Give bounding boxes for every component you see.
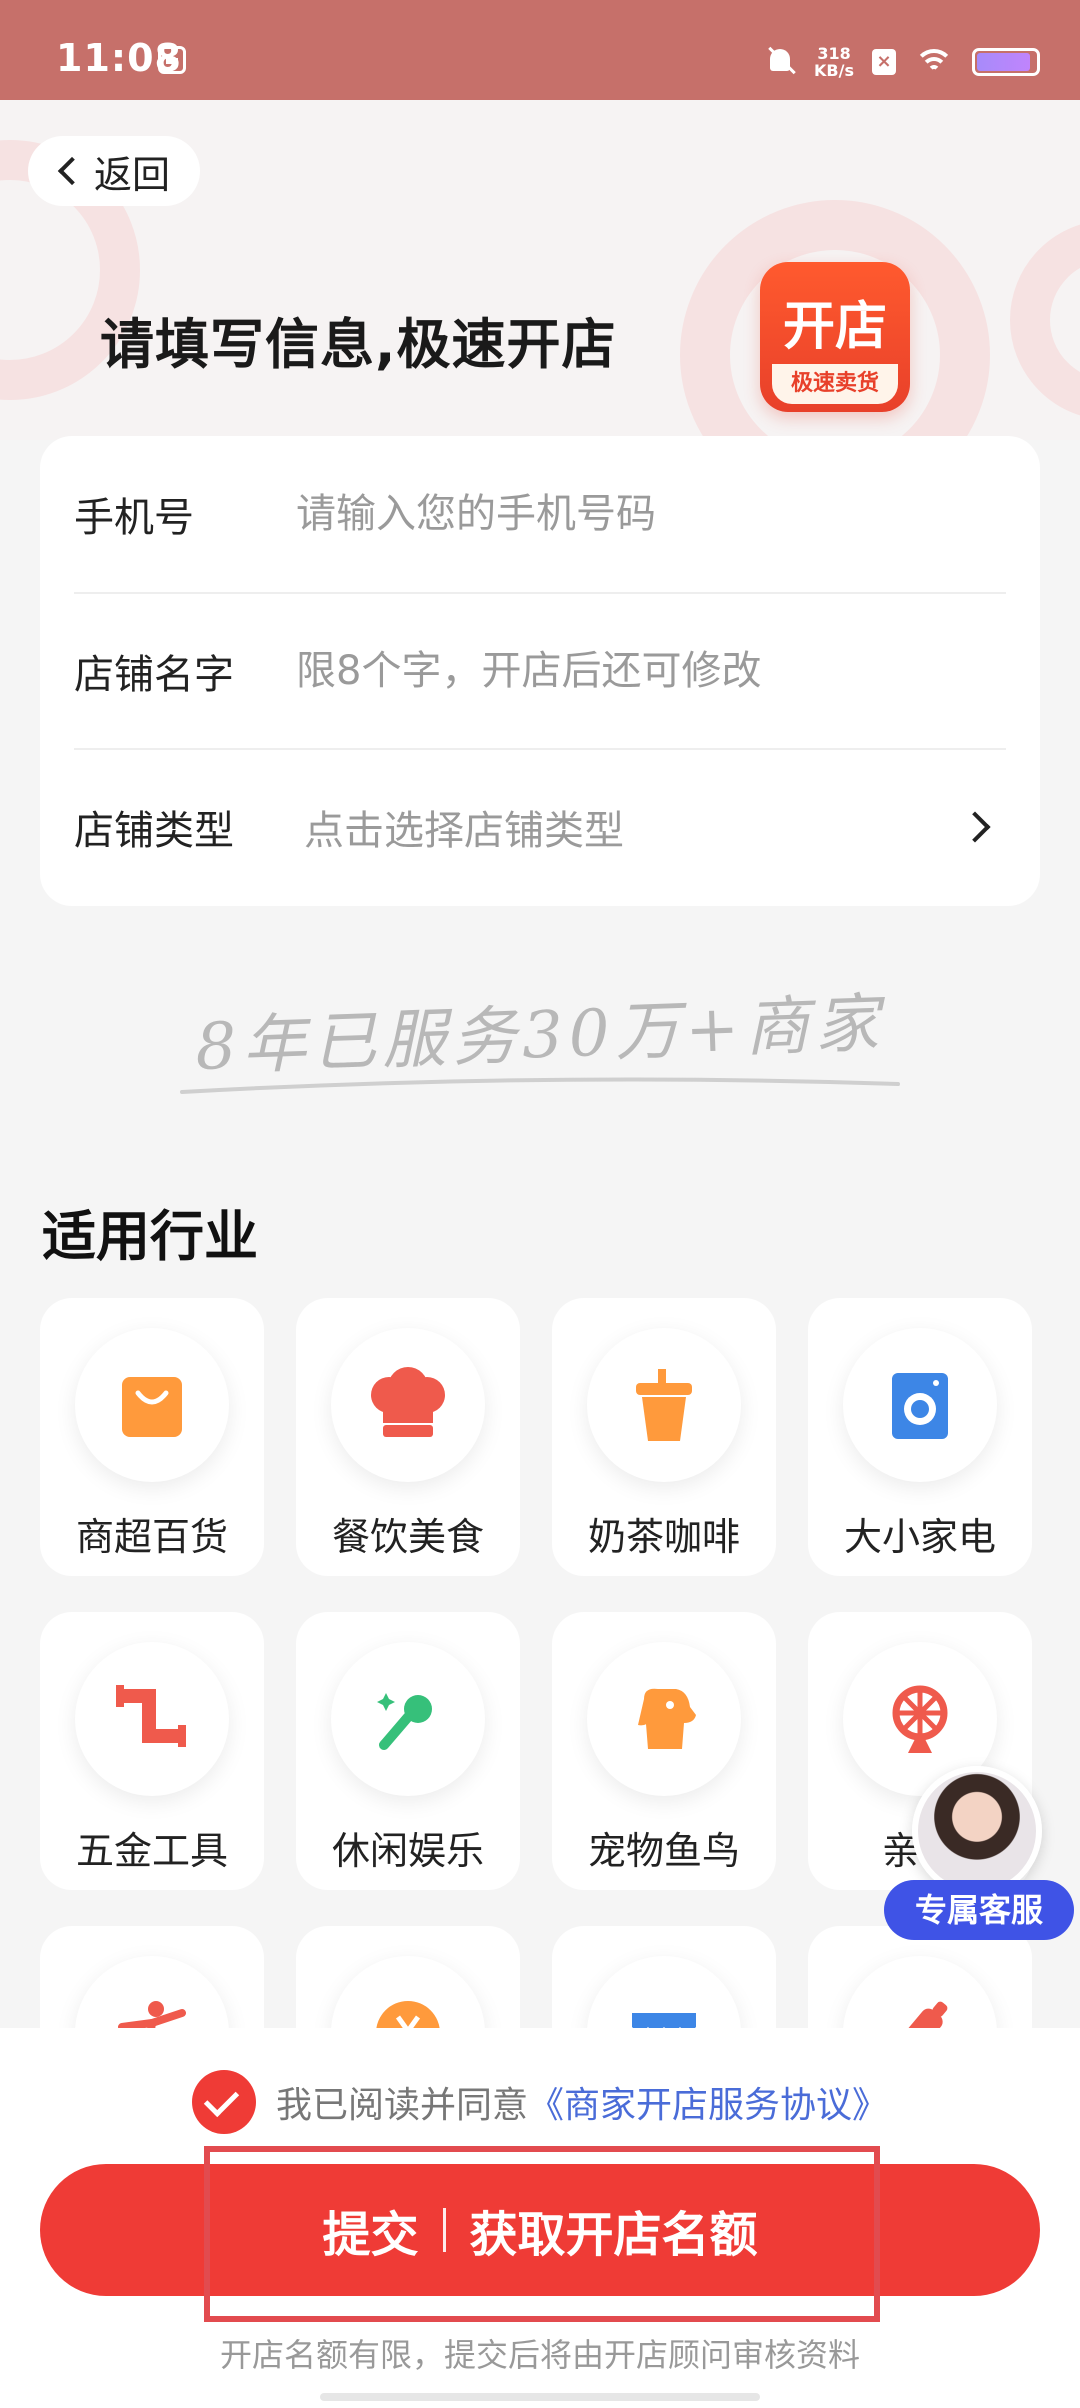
- ferris-wheel-icon: [892, 1685, 948, 1753]
- phone-input[interactable]: [296, 491, 1006, 537]
- industry-label: 商超百货: [75, 1515, 228, 1559]
- network-speed: 318 KB/s: [814, 44, 854, 80]
- industry-label: 休闲娱乐: [331, 1829, 484, 1873]
- back-label: 返回: [94, 152, 171, 197]
- bottle-icon: [894, 2001, 948, 2028]
- industry-label: 五金工具: [75, 1829, 228, 1873]
- industry-item-appliances[interactable]: 大小家电: [808, 1298, 1032, 1576]
- agreement-row: 我已阅读并同意 《商家开店服务协议》: [0, 2070, 1080, 2134]
- industry-item-tea-coffee[interactable]: 奶茶咖啡: [552, 1298, 776, 1576]
- logo-sub-text: 极速卖货: [772, 364, 898, 404]
- awning-icon: [632, 2013, 696, 2028]
- industry-label: 奶茶咖啡: [587, 1515, 740, 1559]
- shop-type-label: 店铺类型: [74, 808, 234, 854]
- highlight-box: [204, 2146, 880, 2322]
- back-button[interactable]: 返回: [28, 136, 200, 206]
- industries-title: 适用行业: [42, 1205, 258, 1268]
- coin-icon: [376, 2001, 440, 2028]
- industry-label: 宠物鱼鸟: [587, 1829, 740, 1873]
- customer-service-avatar[interactable]: [912, 1766, 1042, 1896]
- signup-form: 手机号 店铺名字 店铺类型 点击选择店铺类型: [40, 436, 1040, 906]
- shop-name-input[interactable]: [296, 648, 1006, 694]
- industry-item-entertainment[interactable]: 休闲娱乐: [296, 1612, 520, 1890]
- agreement-link[interactable]: 《商家开店服务协议》: [528, 2076, 888, 2128]
- logo-main-text: 开店: [782, 297, 887, 357]
- industry-item-store[interactable]: [552, 1926, 776, 2028]
- shop-name-row: 店铺名字: [74, 592, 1006, 748]
- washing-machine-icon: [892, 1373, 948, 1439]
- industry-item-finance[interactable]: [296, 1926, 520, 2028]
- app-logo: 开店 极速卖货: [760, 262, 910, 412]
- sim-card-icon: [158, 46, 186, 74]
- page-title: 请填写信息,极速开店: [100, 313, 617, 376]
- chef-hat-icon: [371, 1367, 445, 1437]
- industry-item-baby[interactable]: [808, 1926, 1032, 2028]
- agreement-checkbox[interactable]: [191, 2070, 256, 2134]
- decor-ring: [1010, 220, 1080, 420]
- industry-item-hardware[interactable]: 五金工具: [40, 1612, 264, 1890]
- status-bar: 11:08 318 KB/s ×: [0, 0, 1080, 100]
- industry-item-pets[interactable]: 宠物鱼鸟: [552, 1612, 776, 1890]
- dog-icon: [638, 1688, 696, 1749]
- chevron-left-icon: [57, 156, 87, 186]
- microphone-icon: [377, 1693, 432, 1750]
- industry-item-food[interactable]: 餐饮美食: [296, 1298, 520, 1576]
- chevron-right-icon: [959, 811, 991, 843]
- page-header: 返回 请填写信息,极速开店 开店 极速卖货: [0, 100, 1080, 440]
- shop-type-select[interactable]: 店铺类型 点击选择店铺类型: [74, 748, 1006, 904]
- agreement-text: 我已阅读并同意: [275, 2085, 528, 2126]
- dance-icon: [118, 2001, 186, 2028]
- mute-bell-icon: [766, 47, 796, 77]
- shopping-bag-icon: [122, 1377, 182, 1437]
- shop-name-label: 店铺名字: [74, 652, 234, 698]
- industry-label: 餐饮美食: [331, 1515, 484, 1559]
- phone-row: 手机号: [74, 436, 1006, 592]
- pipe-icon: [116, 1685, 186, 1747]
- drink-cup-icon: [636, 1369, 692, 1441]
- wifi-icon: [914, 47, 954, 77]
- phone-label: 手机号: [74, 495, 194, 541]
- slogan-underline: [180, 1077, 900, 1094]
- industry-label: 大小家电: [843, 1515, 996, 1559]
- industry-item-supermarket[interactable]: 商超百货: [40, 1298, 264, 1576]
- shop-type-placeholder: 点击选择店铺类型: [304, 808, 624, 854]
- x-badge-icon: ×: [872, 49, 896, 75]
- quota-note: 开店名额有限，提交后将由开店顾问审核资料: [219, 2336, 860, 2374]
- battery-icon: [972, 48, 1040, 76]
- bottom-action-bar: 我已阅读并同意 《商家开店服务协议》 提交 获取开店名额 开店名额有限，提交后将…: [0, 2028, 1080, 2408]
- home-indicator[interactable]: [320, 2393, 760, 2401]
- customer-service-button[interactable]: 专属客服: [884, 1880, 1074, 1940]
- status-icons: 318 KB/s ×: [766, 40, 1040, 84]
- industry-item-dance[interactable]: [40, 1926, 264, 2028]
